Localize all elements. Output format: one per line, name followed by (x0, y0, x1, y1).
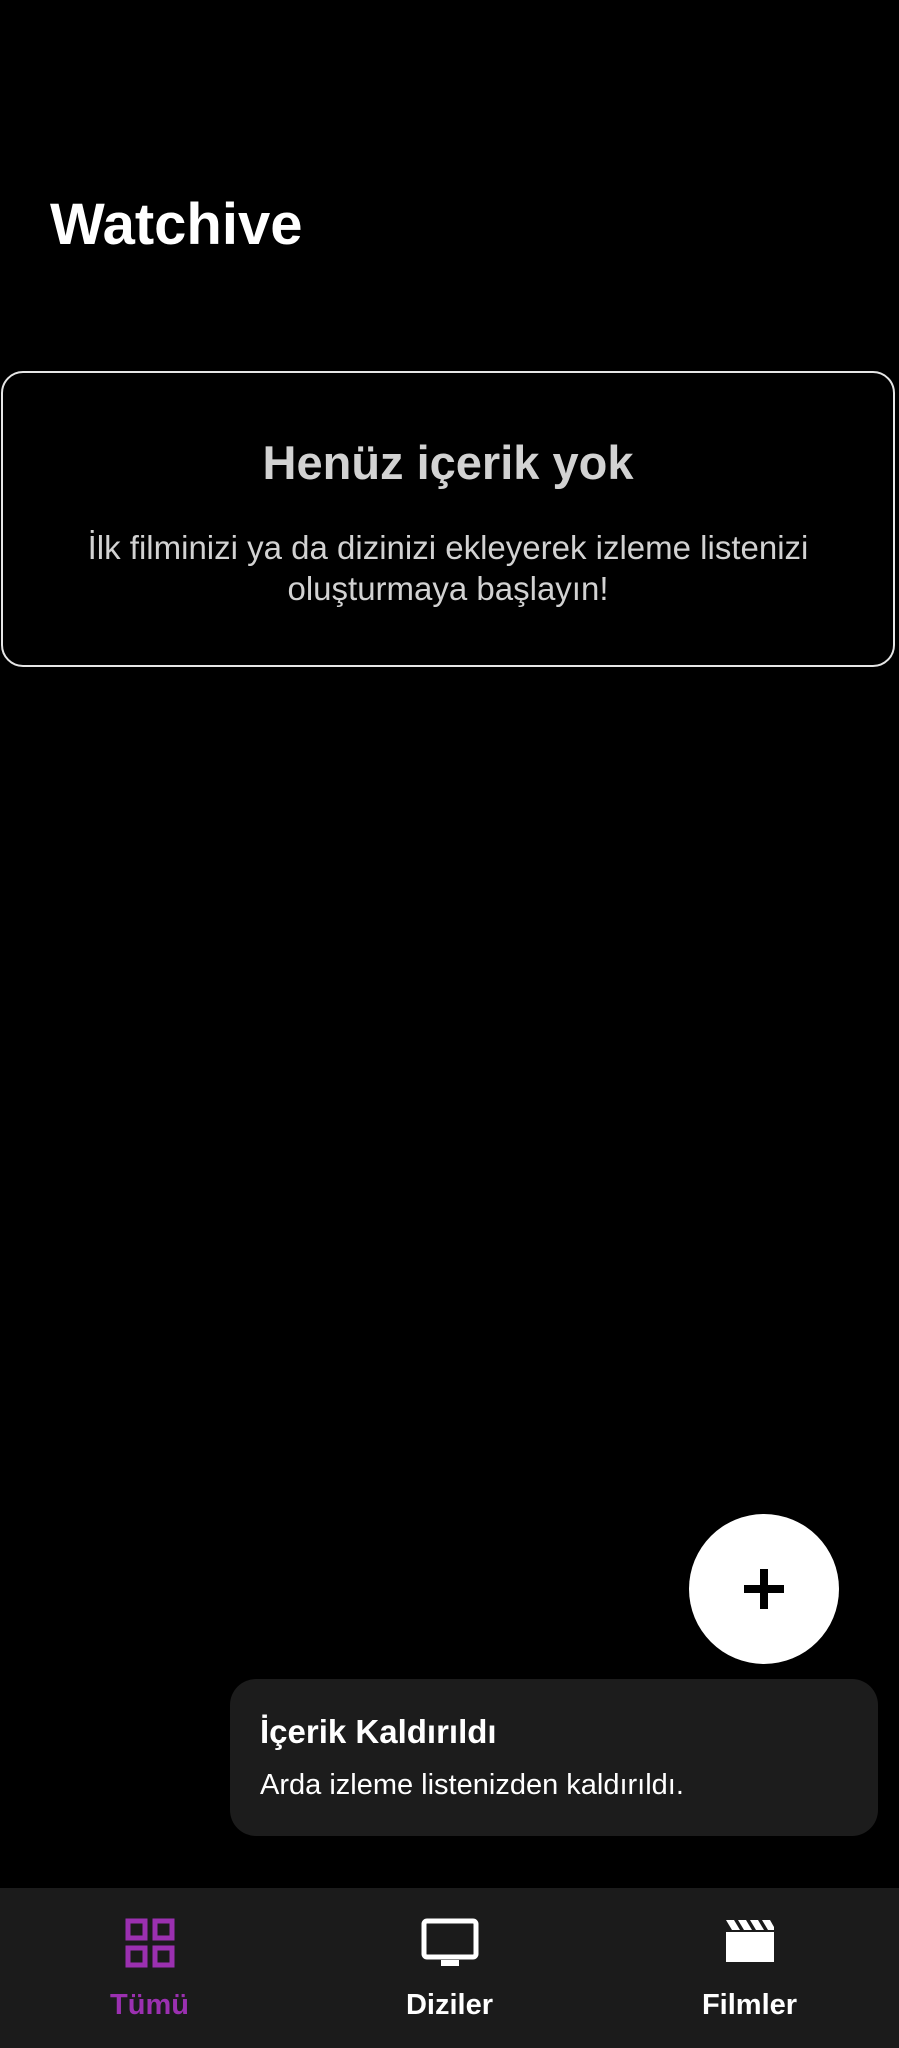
nav-item-label: Diziler (405, 1989, 494, 2021)
grid-icon (125, 1918, 174, 1968)
bottom-navigation: Tümü Diziler Filmler (0, 1888, 899, 2048)
nav-item-label: Filmler (701, 1989, 798, 2021)
add-content-button[interactable] (689, 1514, 839, 1664)
empty-state-title: Henüz içerik yok (262, 436, 634, 489)
tv-icon (421, 1918, 478, 1966)
nav-item-movies[interactable]: Filmler (600, 1888, 899, 2048)
snackbar-title: İçerik Kaldırıldı (260, 1713, 497, 1750)
clapperboard-icon (725, 1920, 774, 1962)
empty-state-card: Henüz içerik yok İlk filminizi ya da diz… (1, 371, 895, 667)
nav-item-all[interactable]: Tümü (0, 1888, 299, 2048)
empty-state-message: İlk filminizi ya da dizinizi ekleyerek i… (87, 529, 809, 607)
plus-icon (744, 1569, 784, 1609)
nav-item-series[interactable]: Diziler (300, 1888, 599, 2048)
nav-item-label: Tümü (110, 1989, 189, 2021)
snackbar: İçerik Kaldırıldı Arda izleme listenizde… (230, 1679, 878, 1836)
app-title: Watchive (50, 192, 303, 257)
snackbar-message: Arda izleme listenizden kaldırıldı. (260, 1769, 684, 1801)
